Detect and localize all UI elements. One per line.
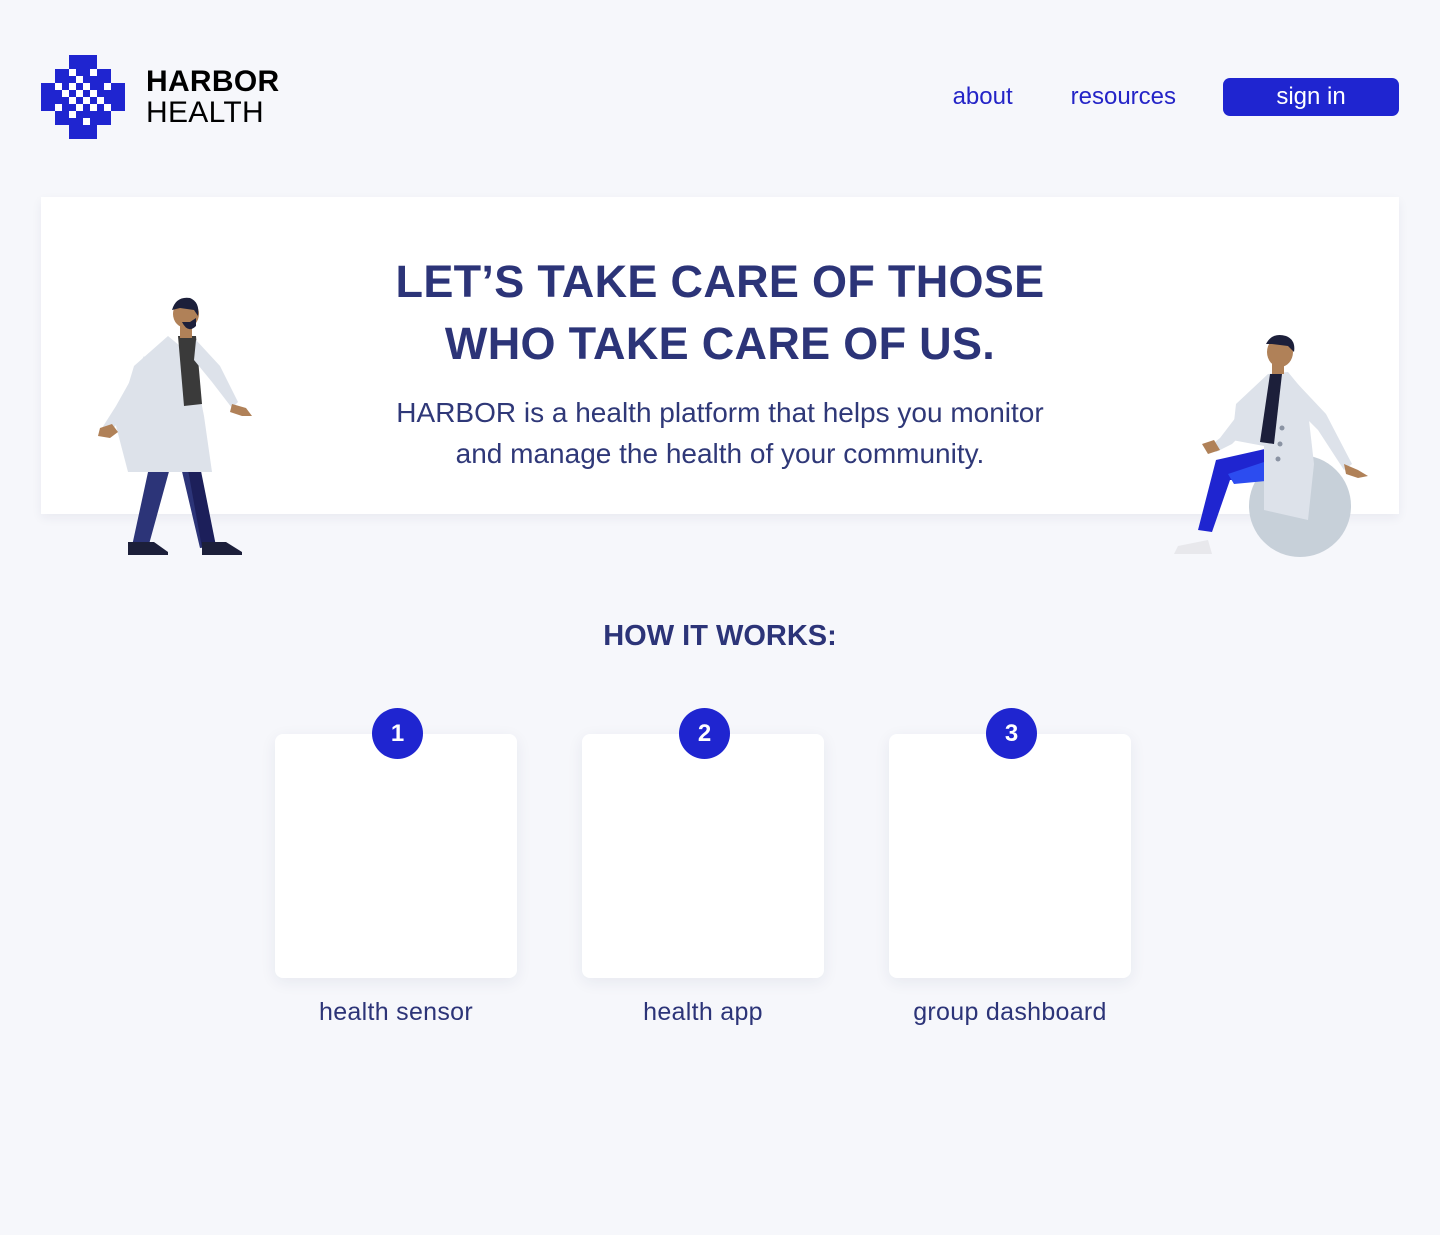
how-it-works-title: HOW IT WORKS:	[603, 620, 837, 652]
step-label: health app	[643, 998, 763, 1026]
step-image-placeholder	[889, 734, 1131, 978]
step-image-placeholder	[275, 734, 517, 978]
harbor-cross-logo-icon	[41, 55, 125, 139]
brand-name: HARBOR HEALTH	[146, 64, 280, 129]
step-label: health sensor	[319, 998, 473, 1026]
landing-page: HARBOR HEALTH about resources sign in LE…	[0, 0, 1440, 1235]
nav-link-about[interactable]: about	[953, 78, 1013, 116]
brand-name-line2: HEALTH	[146, 95, 264, 129]
step-image-placeholder	[582, 734, 824, 978]
brand-name-line1: HARBOR	[146, 64, 280, 98]
brand-logo[interactable]: HARBOR HEALTH	[41, 55, 279, 139]
sitting-doctor-illustration	[1174, 335, 1368, 557]
walking-doctor-illustration	[98, 297, 252, 555]
nav-link-resources[interactable]: resources	[1071, 78, 1176, 116]
step-number-badge: 1	[372, 708, 423, 759]
step-number-badge: 2	[679, 708, 730, 759]
top-nav: about resources sign in	[953, 78, 1399, 116]
sign-in-button[interactable]: sign in	[1223, 78, 1399, 116]
step-number-badge: 3	[986, 708, 1037, 759]
step-label: group dashboard	[913, 998, 1107, 1026]
